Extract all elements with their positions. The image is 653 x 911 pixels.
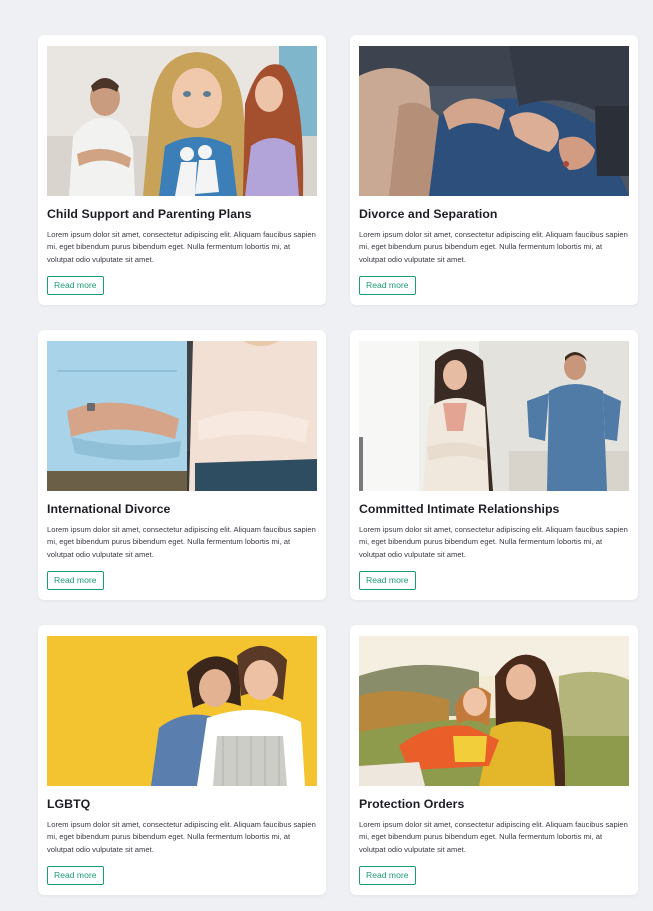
card-committed-relationships: Committed Intimate Relationships Lorem i…	[350, 330, 638, 600]
card-description: Lorem ipsum dolor sit amet, consectetur …	[47, 525, 316, 559]
couple-hands-arguing-photo	[359, 46, 629, 196]
card-title: LGBTQ	[47, 797, 91, 811]
read-more-button[interactable]: Read more	[47, 866, 104, 885]
card-lgbtq: LGBTQ Lorem ipsum dolor sit amet, consec…	[38, 625, 326, 895]
practice-areas-grid: Child Support and Parenting Plans Lorem …	[38, 35, 638, 895]
card-description: Lorem ipsum dolor sit amet, consectetur …	[47, 230, 316, 264]
card-title: International Divorce	[47, 502, 171, 516]
card-protection-orders: Protection Orders Lorem ipsum dolor sit …	[350, 625, 638, 895]
read-more-button[interactable]: Read more	[47, 571, 104, 590]
card-divorce-separation: Divorce and Separation Lorem ipsum dolor…	[350, 35, 638, 305]
couple-argument-home-photo	[359, 341, 629, 491]
read-more-button[interactable]: Read more	[47, 276, 104, 295]
card-title: Protection Orders	[359, 797, 465, 811]
card-child-support: Child Support and Parenting Plans Lorem …	[38, 35, 326, 305]
read-more-button[interactable]: Read more	[359, 866, 416, 885]
read-more-button[interactable]: Read more	[359, 571, 416, 590]
card-description: Lorem ipsum dolor sit amet, consectetur …	[359, 820, 628, 854]
card-title: Child Support and Parenting Plans	[47, 207, 252, 221]
card-description: Lorem ipsum dolor sit amet, consectetur …	[359, 525, 628, 559]
card-title: Committed Intimate Relationships	[359, 502, 560, 516]
card-description: Lorem ipsum dolor sit amet, consectetur …	[47, 820, 316, 854]
family-child-parents-photo	[47, 46, 317, 196]
two-women-hugging-yellow-photo	[47, 636, 317, 786]
card-description: Lorem ipsum dolor sit amet, consectetur …	[359, 230, 628, 264]
couple-arms-crossed-photo	[47, 341, 317, 491]
card-title: Divorce and Separation	[359, 207, 498, 221]
read-more-button[interactable]: Read more	[359, 276, 416, 295]
mother-daughter-hug-outdoors-photo	[359, 636, 629, 786]
card-international-divorce: International Divorce Lorem ipsum dolor …	[38, 330, 326, 600]
